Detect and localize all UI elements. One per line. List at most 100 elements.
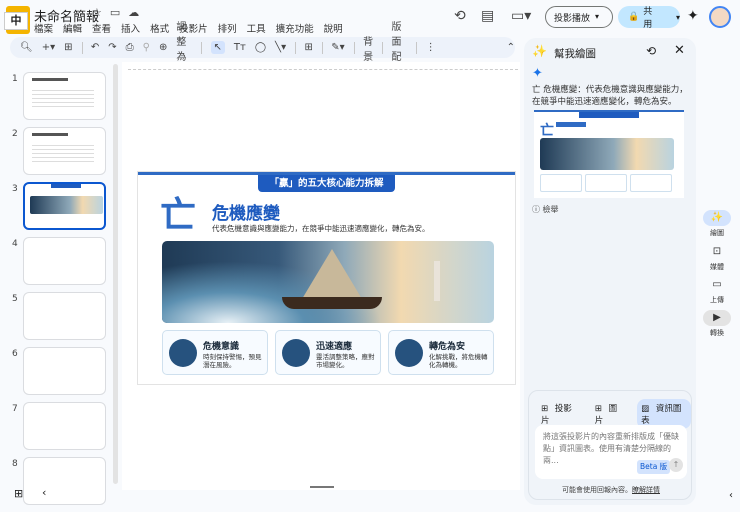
meet-icon[interactable]: ▭▾ <box>511 8 531 24</box>
card-description: 時刻保持警惕，預見潛在風險。 <box>203 353 262 369</box>
slide-thumbnail[interactable] <box>23 72 106 120</box>
redo-icon[interactable]: ↷ <box>108 42 116 53</box>
rail-convert[interactable]: ▶ 轉換 <box>700 310 734 338</box>
pen-icon[interactable]: ✎▾ <box>331 42 344 53</box>
slide-number: 6 <box>12 349 18 359</box>
toolbar: 🔍︎ +▾ ⊞ ↶ ↷ ⎙ ⚲ ⊕ 調整為視 ↖ Tт ◯ ╲▾ ⊞ ✎▾ 背景… <box>10 22 515 78</box>
move-folder-icon[interactable]: ▭ <box>110 6 120 19</box>
history-icon[interactable]: ⟲ <box>646 44 656 58</box>
slide-number: 3 <box>12 184 18 194</box>
panel-title: 幫我繪圖 <box>554 48 596 60</box>
slide-character: 亡 <box>160 195 197 236</box>
menu-insert[interactable]: 插入 <box>121 21 140 35</box>
slide-thumbnail[interactable] <box>23 457 106 505</box>
slide-title: 危機應變 <box>212 204 280 224</box>
broken-chain-icon <box>395 339 423 367</box>
send-button[interactable]: ↑ <box>669 458 683 472</box>
present-button[interactable]: 投影播放 <box>545 6 613 28</box>
slide-number: 1 <box>12 74 18 84</box>
star-icon[interactable]: ☆ <box>92 6 102 19</box>
slide-thumbnail[interactable] <box>23 402 106 450</box>
menu-help[interactable]: 說明 <box>324 21 343 35</box>
ime-indicator: 中 <box>4 12 28 30</box>
learn-more-link[interactable]: 瞭解詳情 <box>632 486 660 494</box>
lock-icon: 🔒 <box>628 12 640 22</box>
add-slide-icon[interactable]: ⊞ <box>64 42 72 53</box>
gemini-icon[interactable]: ✦ <box>687 8 699 24</box>
notes-resize-handle[interactable] <box>310 486 334 488</box>
card-title: 迅速適應 <box>316 342 353 352</box>
capability-card: 轉危為安 化解挑戰，將危機轉化為轉機。 <box>388 330 494 375</box>
report-icon: ⓘ <box>532 205 543 214</box>
filmstrip-scrollbar[interactable] <box>113 64 118 484</box>
collapse-side-panel-icon[interactable]: ‹ <box>729 490 733 501</box>
slide-thumbnail[interactable] <box>23 127 106 175</box>
history-icon[interactable]: ⟲ <box>454 8 466 24</box>
prompt-area: ⊞ 投影片 ⊞ 圖片 ▨ 資訊圖表 將這張投影片的內容重新排版成「優缺點」資訊圖… <box>528 390 692 500</box>
paint-format-icon[interactable]: ⚲ <box>143 42 150 53</box>
card-title: 危機意識 <box>203 342 240 352</box>
capability-card: 危機意識 時刻保持警惕，預見潛在風險。 <box>162 330 268 375</box>
comments-icon[interactable]: ▤ <box>481 8 494 24</box>
menu-edit[interactable]: 編輯 <box>63 21 82 35</box>
menu-view[interactable]: 查看 <box>92 21 111 35</box>
prompt-input[interactable]: 將這張投影片的內容重新排版成「優缺點」資訊圖表。使用有清楚分隔線的兩... Be… <box>535 425 687 479</box>
ship-hull <box>282 297 382 309</box>
collapse-filmstrip-icon[interactable]: ‹ <box>42 486 46 499</box>
more-icon[interactable]: ⋮ <box>426 42 436 53</box>
search-icon[interactable]: 🔍︎ <box>20 42 33 53</box>
ship-sail <box>302 249 362 299</box>
background-button[interactable]: 背景 <box>363 33 373 63</box>
slide-subtitle: 代表危機意識與應變能力，在競爭中能迅速適應變化，轉危為安。 <box>212 224 430 233</box>
cloud-icon[interactable]: ☁ <box>128 6 139 19</box>
card-title: 轉危為安 <box>429 342 466 352</box>
share-button[interactable]: 🔒 共用 ▾ <box>618 6 680 30</box>
ruler <box>128 66 518 70</box>
gears-arrow-icon <box>282 339 310 367</box>
rail-upload[interactable]: ▭ 上傳 <box>700 277 734 305</box>
beta-badge: Beta 版 <box>637 460 671 474</box>
report-button[interactable]: ⓘ 檢舉 <box>532 204 559 215</box>
slide[interactable]: 「贏」的五大核心能力拆解 亡 危機應變 代表危機意識與應變能力，在競爭中能迅速適… <box>138 172 515 384</box>
slide-number: 8 <box>12 459 18 469</box>
slide-thumbnail[interactable] <box>23 182 106 230</box>
slide-thumbnail[interactable] <box>23 237 106 285</box>
collapse-toolbar-icon[interactable]: ⌃ <box>507 42 515 53</box>
grid-view-icon[interactable]: ⊞ <box>14 487 23 500</box>
menu-format[interactable]: 格式 <box>150 21 169 35</box>
slide-number: 5 <box>12 294 18 304</box>
card-description: 化解挑戰，將危機轉化為轉機。 <box>429 353 488 369</box>
menu-arrange[interactable]: 排列 <box>218 21 237 35</box>
new-slide-icon[interactable]: +▾ <box>42 42 55 53</box>
line-icon[interactable]: ╲▾ <box>275 42 286 53</box>
print-icon[interactable]: ⎙ <box>126 42 134 53</box>
share-dropdown-icon[interactable]: ▾ <box>676 13 680 22</box>
slide-thumbnail[interactable] <box>23 292 106 340</box>
slide-banner: 「贏」的五大核心能力拆解 <box>258 175 395 192</box>
present-dropdown-icon[interactable]: ▾ <box>595 12 599 21</box>
slide-thumbnail[interactable] <box>23 347 106 395</box>
avatar[interactable] <box>709 6 731 28</box>
capability-card: 迅速適應 靈活調整策略，應對市場變化。 <box>275 330 381 375</box>
radar-icon <box>169 339 197 367</box>
menu-extensions[interactable]: 擴充功能 <box>276 21 314 35</box>
text-box-icon[interactable]: Tт <box>234 42 246 53</box>
folder-icon: ▭ <box>712 279 722 290</box>
zoom-icon[interactable]: ⊕ <box>159 42 167 53</box>
lighthouse <box>434 261 440 301</box>
select-tool-icon[interactable]: ↖ <box>210 41 225 54</box>
rail-draw[interactable]: ✨ 繪圖 <box>700 210 734 238</box>
comment-add-icon[interactable]: ⊞ <box>304 42 312 53</box>
gemini-spark-icon: ✦ <box>532 66 543 81</box>
undo-icon[interactable]: ↶ <box>91 42 99 53</box>
slide-number: 2 <box>12 129 18 139</box>
help-me-draw-panel: ✨ 幫我繪圖 ⟲ ✕ ✦ 亡 危機應變：代表危機意識與應變能力，在競爭中能迅速適… <box>524 38 696 505</box>
rail-media[interactable]: ⊡ 媒體 <box>700 244 734 272</box>
response-text: 亡 危機應變：代表危機意識與應變能力，在競爭中能迅速適應變化，轉危為安。 <box>532 85 688 107</box>
generated-slide-preview[interactable]: 亡 <box>534 110 684 198</box>
menu-file[interactable]: 檔案 <box>34 21 53 35</box>
menu-tools[interactable]: 工具 <box>247 21 266 35</box>
close-icon[interactable]: ✕ <box>674 43 685 58</box>
disclaimer: 可能會使用回報內容。瞭解詳情 <box>562 486 660 494</box>
shape-icon[interactable]: ◯ <box>255 42 266 53</box>
